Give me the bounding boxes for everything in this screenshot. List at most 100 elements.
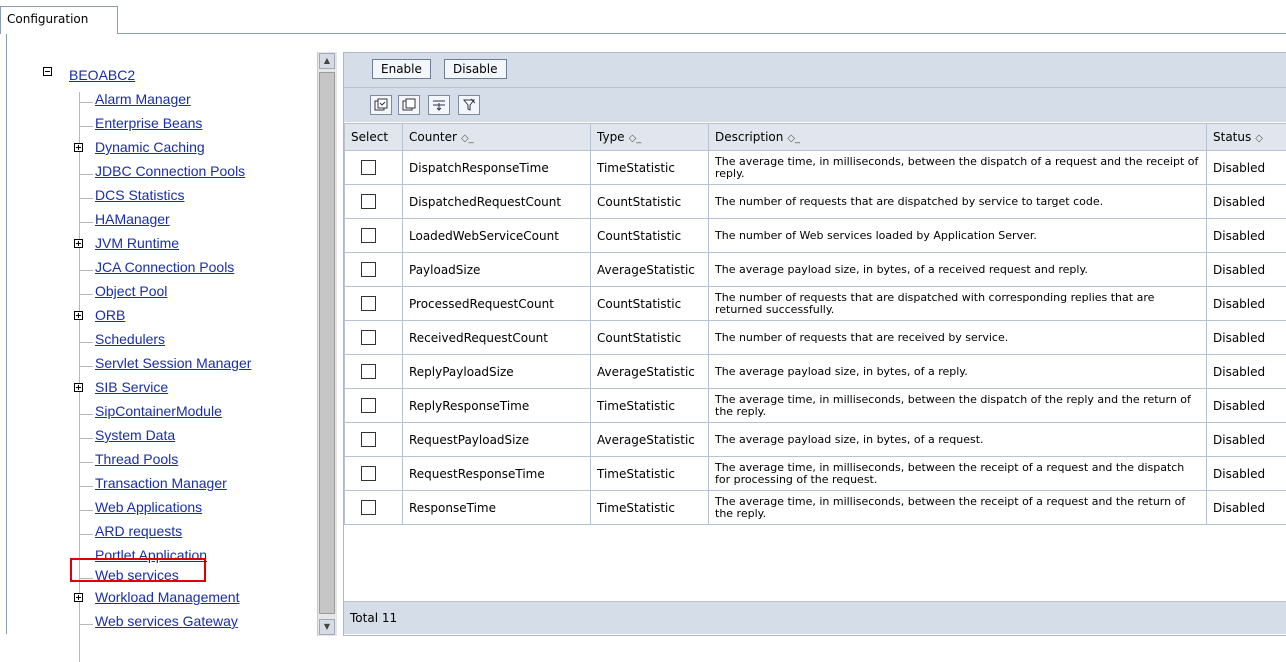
expand-icon[interactable]	[74, 311, 83, 320]
tree-connector-line	[79, 174, 93, 175]
sort-icon[interactable]: ◇_	[629, 133, 642, 144]
tree-item-link[interactable]: JVM Runtime	[95, 236, 179, 251]
counter-header-label: Counter	[409, 130, 457, 144]
tree-item-link[interactable]: ARD requests	[95, 524, 182, 539]
status-header-label: Status	[1213, 130, 1251, 144]
tree-item-link[interactable]: Workload Management	[95, 590, 239, 605]
select-cell	[345, 321, 403, 355]
description-cell: The number of requests that are dispatch…	[709, 287, 1207, 321]
tree-item-link[interactable]: Web Applications	[95, 500, 202, 515]
description-cell: The average time, in milliseconds, betwe…	[709, 457, 1207, 491]
tab-label: Configuration	[7, 12, 88, 26]
status-cell: Disabled	[1207, 321, 1286, 355]
counter-cell: PayloadSize	[403, 253, 591, 287]
tree-item-link[interactable]: ORB	[95, 308, 125, 323]
tree-connector-line	[79, 270, 93, 271]
tree-connector-line	[79, 510, 93, 511]
row-checkbox[interactable]	[361, 160, 376, 175]
row-checkbox[interactable]	[361, 296, 376, 311]
tree-item-link[interactable]: Web services Gateway	[95, 614, 238, 629]
tree-connector-line	[79, 342, 93, 343]
row-checkbox[interactable]	[361, 466, 376, 481]
scroll-thumb[interactable]	[319, 72, 335, 614]
row-checkbox[interactable]	[361, 364, 376, 379]
row-checkbox[interactable]	[361, 262, 376, 277]
counter-cell: ProcessedRequestCount	[403, 287, 591, 321]
tree-item-link[interactable]: SIB Service	[95, 380, 168, 395]
row-checkbox[interactable]	[361, 432, 376, 447]
tree-item-link[interactable]: Object Pool	[95, 284, 167, 299]
type-cell: TimeStatistic	[591, 389, 709, 423]
tree-connector-line	[79, 462, 93, 463]
disable-button[interactable]: Disable	[444, 59, 507, 79]
tree-item-link[interactable]: HAManager	[95, 212, 170, 227]
status-cell: Disabled	[1207, 423, 1286, 457]
tree-scrollbar[interactable]: ▲ ▼	[317, 52, 337, 636]
tree-item-link[interactable]: SipContainerModule	[95, 404, 222, 419]
expand-icon[interactable]	[74, 593, 83, 602]
collapse-icon[interactable]	[43, 67, 52, 76]
description-cell: The average payload size, in bytes, of a…	[709, 355, 1207, 389]
tree-connector-line	[79, 126, 93, 127]
type-cell: CountStatistic	[591, 219, 709, 253]
select-cell	[345, 151, 403, 185]
deselect-all-icon[interactable]	[398, 95, 420, 115]
counter-header[interactable]: Counter ◇_	[403, 124, 591, 151]
type-header-label: Type	[597, 130, 625, 144]
sort-icon[interactable]: ◇_	[461, 133, 474, 144]
expand-icon[interactable]	[74, 143, 83, 152]
counter-cell: ReplyResponseTime	[403, 389, 591, 423]
select-all-icon[interactable]	[370, 95, 392, 115]
expand-icon[interactable]	[74, 383, 83, 392]
table-row: ProcessedRequestCountCountStatisticThe n…	[345, 287, 1286, 321]
tree-root-link[interactable]: BEOABC2	[69, 67, 135, 83]
content-frame: BEOABC2 Alarm Manager Enterprise Beans Dyn…	[6, 34, 1286, 634]
tree-item-link[interactable]: Enterprise Beans	[95, 116, 202, 131]
tree-item-link[interactable]: Alarm Manager	[95, 92, 191, 107]
row-checkbox[interactable]	[361, 500, 376, 515]
counter-cell: LoadedWebServiceCount	[403, 219, 591, 253]
sort-icon[interactable]: ◇	[1255, 133, 1263, 144]
tree-item-link[interactable]: Schedulers	[95, 332, 165, 347]
tree-item-link[interactable]: JCA Connection Pools	[95, 260, 234, 275]
description-cell: The average time, in milliseconds, betwe…	[709, 491, 1207, 525]
scroll-down-icon[interactable]: ▼	[319, 619, 335, 635]
row-checkbox[interactable]	[361, 194, 376, 209]
select-header: Select	[345, 124, 403, 151]
table-header-row: Select Counter ◇_ Type ◇_ Description◇_ St…	[345, 124, 1286, 151]
tree-connector-line	[79, 624, 93, 625]
tree-item-link[interactable]: System Data	[95, 428, 175, 443]
description-header[interactable]: Description◇_	[709, 124, 1207, 151]
row-checkbox[interactable]	[361, 228, 376, 243]
type-header[interactable]: Type ◇_	[591, 124, 709, 151]
status-header[interactable]: Status ◇	[1207, 124, 1286, 151]
table-row: RequestPayloadSizeAverageStatisticThe av…	[345, 423, 1286, 457]
counters-table: Select Counter ◇_ Type ◇_ Description◇_ St…	[344, 123, 1286, 525]
type-cell: CountStatistic	[591, 287, 709, 321]
table-row: ReplyResponseTimeTimeStatisticThe averag…	[345, 389, 1286, 423]
tree-item-link[interactable]: DCS Statistics	[95, 188, 184, 203]
tab-configuration[interactable]: Configuration	[0, 6, 118, 34]
resource-tree: BEOABC2 Alarm Manager Enterprise Beans Dyn…	[7, 34, 323, 634]
clear-filter-icon[interactable]	[458, 95, 480, 115]
row-checkbox[interactable]	[361, 398, 376, 413]
tree-item-link[interactable]: Dynamic Caching	[95, 140, 205, 155]
row-checkbox[interactable]	[361, 330, 376, 345]
counter-cell: RequestPayloadSize	[403, 423, 591, 457]
table-row: ReplyPayloadSizeAverageStatisticThe aver…	[345, 355, 1286, 389]
expand-icon[interactable]	[74, 239, 83, 248]
tree-item-link[interactable]: JDBC Connection Pools	[95, 164, 245, 179]
table-row: ReceivedRequestCountCountStatisticThe nu…	[345, 321, 1286, 355]
tree-item-link[interactable]: Thread Pools	[95, 452, 178, 467]
select-header-label: Select	[351, 130, 388, 144]
type-cell: AverageStatistic	[591, 253, 709, 287]
table-row: PayloadSizeAverageStatisticThe average p…	[345, 253, 1286, 287]
scroll-up-icon[interactable]: ▲	[319, 53, 335, 69]
counter-cell: DispatchedRequestCount	[403, 185, 591, 219]
show-filter-icon[interactable]	[428, 95, 450, 115]
tree-item-link[interactable]: Servlet Session Manager	[95, 356, 251, 371]
sort-icon[interactable]: ◇_	[787, 133, 800, 144]
description-cell: The average time, in milliseconds, betwe…	[709, 151, 1207, 185]
enable-button[interactable]: Enable	[372, 59, 431, 79]
tree-item-link[interactable]: Transaction Manager	[95, 476, 227, 491]
